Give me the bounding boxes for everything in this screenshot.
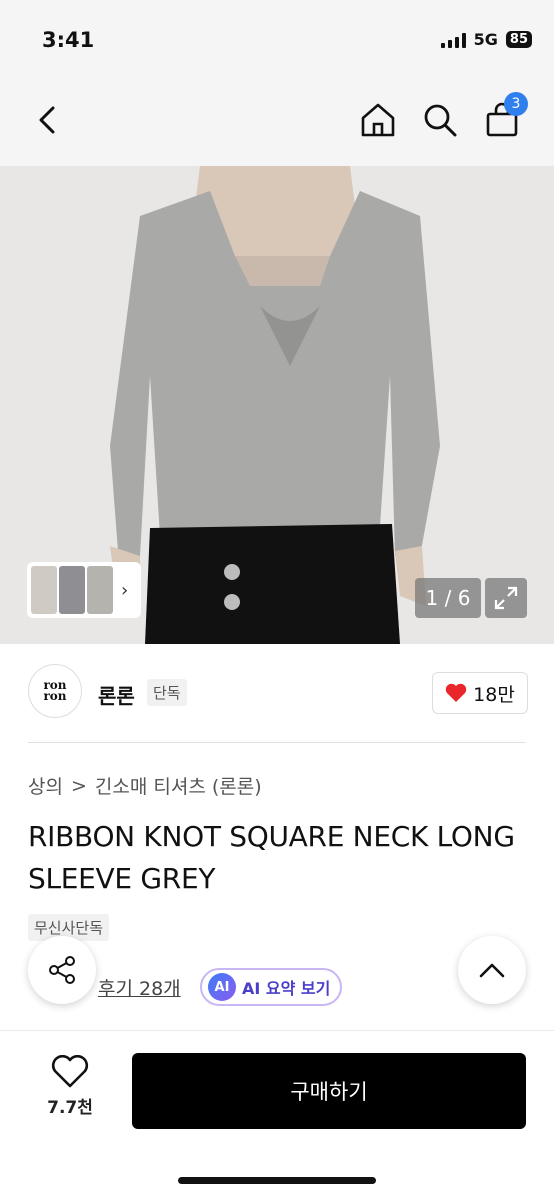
top-nav-bar: 3 xyxy=(0,80,554,166)
ai-summary-label: AI 요약 보기 xyxy=(242,979,331,998)
share-button[interactable] xyxy=(28,936,96,1004)
ai-summary-button[interactable]: AI AI 요약 보기 xyxy=(200,968,342,1006)
thumbnail-strip[interactable]: › xyxy=(27,562,141,618)
expand-icon xyxy=(494,586,518,610)
chevron-right-icon: › xyxy=(121,579,129,601)
home-button[interactable] xyxy=(356,98,400,142)
chevron-up-icon xyxy=(479,963,505,978)
status-time: 3:41 xyxy=(42,28,95,52)
wishlist-button[interactable]: 7.7천 xyxy=(30,1055,110,1127)
buy-button[interactable]: 구매하기 xyxy=(132,1053,526,1129)
search-icon xyxy=(424,104,457,137)
wishlist-count: 7.7천 xyxy=(47,1098,93,1118)
review-row: 후기 28개 AI AI 요약 보기 xyxy=(28,968,508,1008)
share-icon xyxy=(49,956,75,984)
back-icon xyxy=(39,106,55,134)
cart-count-badge: 3 xyxy=(504,92,528,116)
product-image-gallery[interactable]: › 1 / 6 xyxy=(0,166,554,644)
network-label: 5G xyxy=(473,30,498,49)
image-page-counter: 1 / 6 xyxy=(415,578,481,618)
back-button[interactable] xyxy=(26,98,70,142)
brand-name[interactable]: 론론 xyxy=(98,680,135,709)
signal-icon xyxy=(440,32,466,48)
brand-like-count: 18만 xyxy=(473,683,515,706)
status-bar: 3:41 5G 85 xyxy=(0,0,554,80)
thumbnail-image[interactable] xyxy=(31,566,57,614)
heart-icon xyxy=(445,683,467,702)
breadcrumb: 상의 > 긴소매 티셔츠 (론론) xyxy=(28,772,262,799)
thumbnail-image[interactable] xyxy=(59,566,85,614)
battery-icon: 85 xyxy=(505,31,532,48)
breadcrumb-category[interactable]: 상의 xyxy=(28,772,63,799)
brand-logo-text: ron xyxy=(43,689,67,703)
breadcrumb-separator: > xyxy=(70,774,87,797)
divider xyxy=(28,742,526,743)
brand-logo[interactable]: ron ron xyxy=(28,664,82,718)
ai-chip: AI xyxy=(208,973,236,1001)
home-indicator xyxy=(178,1177,376,1184)
search-button[interactable] xyxy=(418,98,462,142)
heart-outline-icon xyxy=(51,1055,89,1088)
bottom-action-bar: 7.7천 구매하기 xyxy=(0,1030,554,1200)
brand-row: ron ron 론론 단독 18만 xyxy=(28,664,528,720)
review-link[interactable]: 후기 28개 xyxy=(98,974,181,1001)
product-title: RIBBON KNOT SQUARE NECK LONG SLEEVE GREY xyxy=(28,820,515,895)
expand-button[interactable] xyxy=(485,578,527,618)
status-icons: 5G 85 xyxy=(440,30,532,49)
home-icon xyxy=(361,103,395,137)
brand-exclusive-tag: 단독 xyxy=(147,679,187,706)
brand-like-button[interactable]: 18만 xyxy=(432,672,528,714)
scroll-to-top-button[interactable] xyxy=(458,936,526,1004)
thumbnail-image[interactable] xyxy=(87,566,113,614)
cart-button[interactable]: 3 xyxy=(480,92,528,142)
breadcrumb-subcategory[interactable]: 긴소매 티셔츠 (론론) xyxy=(95,772,262,799)
